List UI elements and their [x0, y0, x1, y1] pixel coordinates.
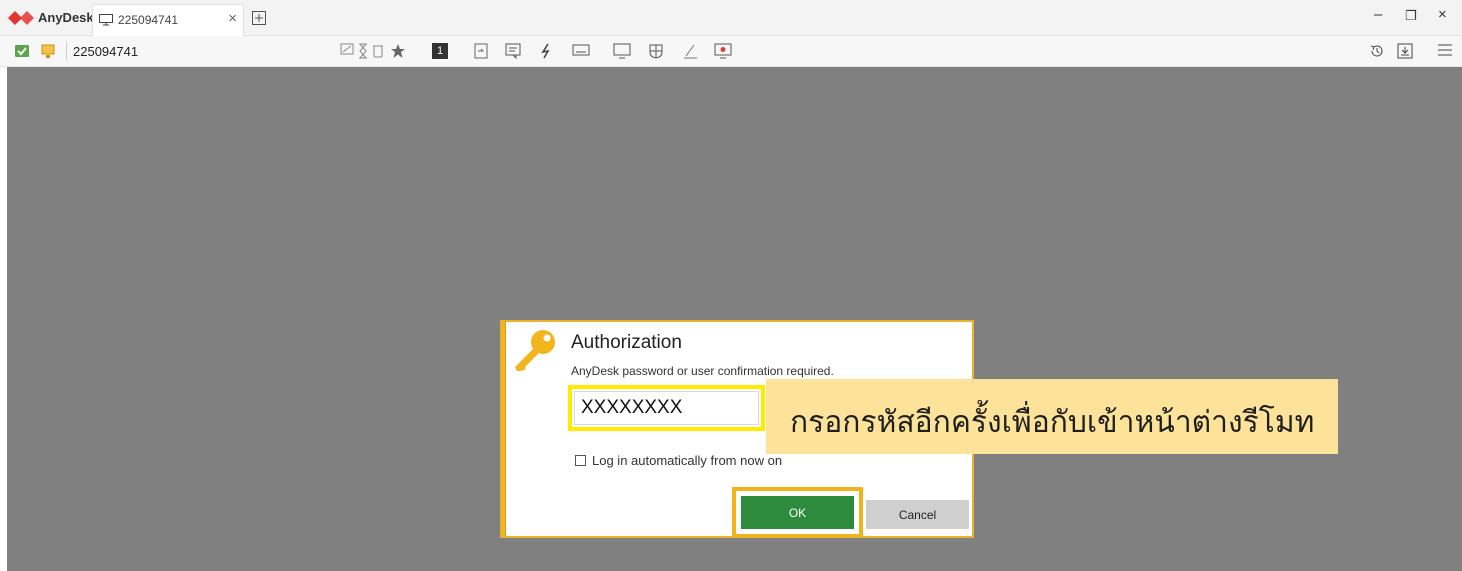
minimize-button[interactable]: –: [1374, 6, 1382, 23]
password-input[interactable]: [574, 391, 759, 425]
dialog-title: Authorization: [571, 332, 682, 353]
tab-session[interactable]: 225094741 ×: [92, 4, 244, 36]
keyboard-icon[interactable]: [572, 43, 590, 57]
key-icon: [515, 330, 555, 371]
password-highlight: [568, 385, 765, 431]
actions-icon[interactable]: [540, 43, 552, 59]
chat-icon[interactable]: [505, 43, 521, 59]
menu-icon[interactable]: [1437, 43, 1453, 57]
restore-button[interactable]: ❐: [1405, 8, 1417, 24]
dialog-subtitle: AnyDesk password or user confirmation re…: [571, 364, 834, 378]
display-1-icon[interactable]: 1: [432, 43, 448, 59]
monitor-stats-icon[interactable]: [340, 43, 354, 57]
ok-button[interactable]: OK: [741, 496, 854, 529]
permissions-icon[interactable]: [648, 43, 664, 59]
history-icon[interactable]: [1369, 43, 1385, 59]
whiteboard-icon[interactable]: [682, 43, 698, 59]
star-icon[interactable]: [390, 43, 406, 59]
toolbar: 225094741 1: [0, 36, 1462, 67]
monitor-icon: [99, 14, 113, 26]
auto-login-checkbox[interactable]: [575, 455, 586, 466]
annotation-callout: กรอกรหัสอีกครั้งเพื่อกับเข้าหน้าต่างรีโม…: [766, 379, 1338, 454]
display-icon[interactable]: [613, 43, 631, 59]
close-tab-icon[interactable]: ×: [228, 10, 237, 27]
app-name: AnyDesk: [38, 10, 94, 25]
bin-icon[interactable]: [372, 43, 384, 59]
cancel-button[interactable]: Cancel: [866, 500, 969, 529]
ok-highlight: OK: [732, 487, 863, 538]
new-tab-icon[interactable]: [252, 11, 266, 25]
address-field[interactable]: 225094741: [73, 44, 138, 59]
remote-status-icon[interactable]: [14, 43, 30, 59]
anydesk-logo-icon: [8, 11, 34, 25]
desk-icon[interactable]: [40, 43, 56, 59]
address-separator: [66, 42, 67, 61]
record-icon[interactable]: [714, 43, 732, 59]
title-bar: AnyDesk 225094741 × – ❐ ×: [0, 0, 1462, 36]
file-transfer-icon[interactable]: [474, 43, 488, 59]
tab-label: 225094741: [118, 13, 179, 27]
download-icon[interactable]: [1397, 43, 1413, 59]
hourglass-icon[interactable]: [357, 43, 369, 59]
auto-login-label[interactable]: Log in automatically from now on: [592, 453, 782, 468]
close-window-button[interactable]: ×: [1438, 6, 1447, 23]
